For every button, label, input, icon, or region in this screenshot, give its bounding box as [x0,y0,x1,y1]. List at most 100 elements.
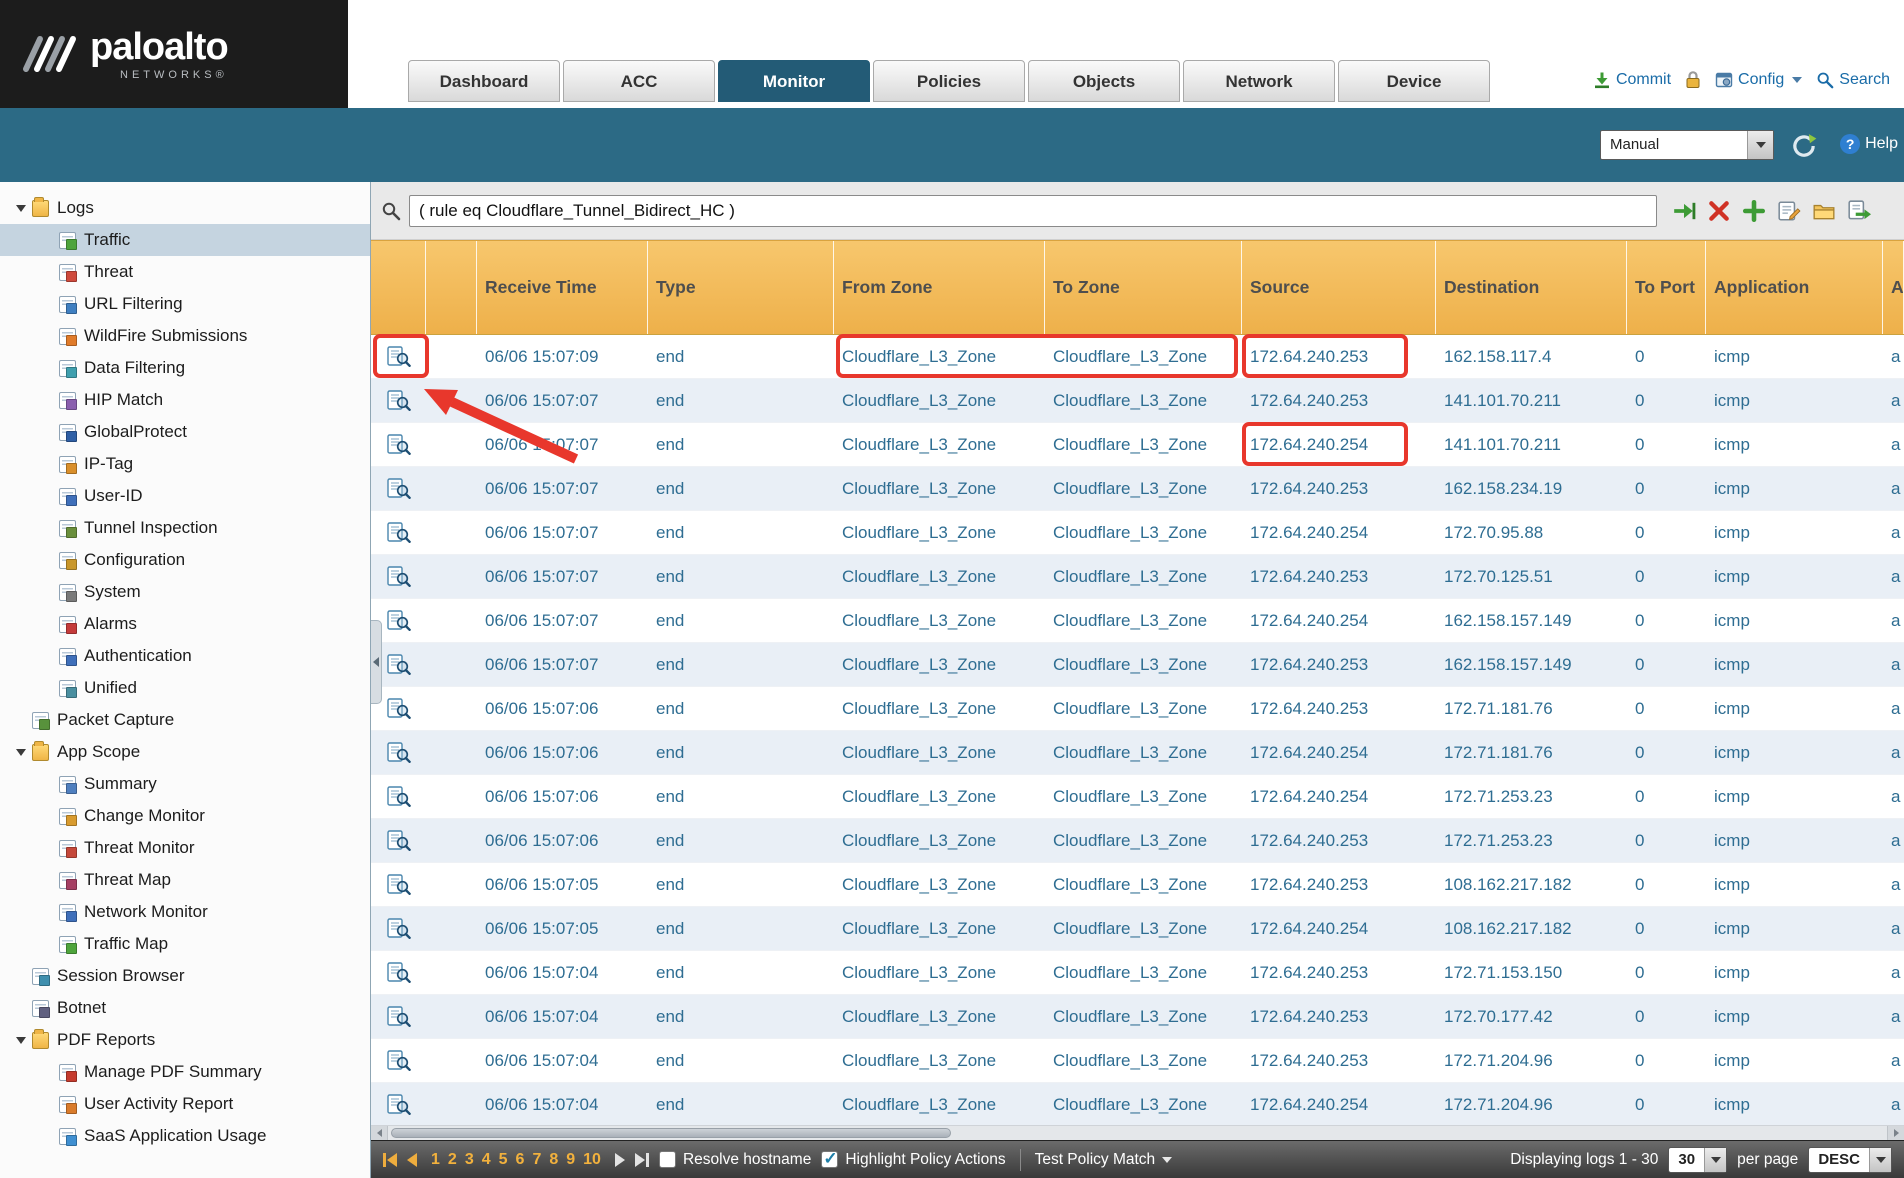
log-row[interactable]: 06/06 15:07:07endCloudflare_L3_ZoneCloud… [371,511,1904,555]
sidebar-item-user-activity-report[interactable]: User Activity Report [0,1088,370,1120]
sidebar-item-threat[interactable]: Threat [0,256,370,288]
tab-device[interactable]: Device [1338,60,1490,102]
column-header-to-port[interactable]: To Port [1627,241,1706,334]
page-number-10[interactable]: 10 [583,1151,601,1169]
search-button[interactable]: Search [1816,71,1890,89]
sidebar-item-session-browser[interactable]: Session Browser [0,960,370,992]
column-header-blank[interactable] [371,241,426,334]
sidebar-collapse-handle[interactable] [371,620,382,704]
log-detail-button[interactable] [384,696,414,722]
page-number-5[interactable]: 5 [499,1151,508,1169]
page-number-1[interactable]: 1 [431,1151,440,1169]
log-row[interactable]: 06/06 15:07:07endCloudflare_L3_ZoneCloud… [371,379,1904,423]
expand-arrow-icon[interactable] [10,749,32,756]
load-filter-icon[interactable] [1811,198,1837,224]
sidebar-item-app-scope[interactable]: App Scope [0,736,370,768]
refresh-mode-select[interactable]: Manual [1600,130,1774,160]
commit-button[interactable]: Commit [1593,71,1671,89]
column-header-blank[interactable] [426,241,477,334]
column-header-receive-time[interactable]: Receive Time [477,241,648,334]
sidebar-item-wildfire-submissions[interactable]: WildFire Submissions [0,320,370,352]
next-page-button[interactable] [615,1153,625,1167]
filter-query-input[interactable] [409,195,1657,227]
sidebar-item-system[interactable]: System [0,576,370,608]
export-logs-icon[interactable] [1846,198,1872,224]
lock-icon[interactable] [1685,70,1701,89]
log-detail-button[interactable] [384,476,414,502]
highlight-policy-checkbox[interactable] [821,1151,838,1168]
log-row[interactable]: 06/06 15:07:07endCloudflare_L3_ZoneCloud… [371,643,1904,687]
last-page-button[interactable] [635,1153,649,1167]
sidebar-item-authentication[interactable]: Authentication [0,640,370,672]
log-row[interactable]: 06/06 15:07:04endCloudflare_L3_ZoneCloud… [371,1039,1904,1083]
add-filter-icon[interactable] [1741,198,1767,224]
previous-page-button[interactable] [407,1153,417,1167]
column-header-to-zone[interactable]: To Zone [1045,241,1242,334]
page-number-6[interactable]: 6 [516,1151,525,1169]
page-number-4[interactable]: 4 [482,1151,491,1169]
log-detail-button[interactable] [384,432,414,458]
sidebar-item-pdf-reports[interactable]: PDF Reports [0,1024,370,1056]
log-detail-button[interactable] [384,740,414,766]
log-row[interactable]: 06/06 15:07:07endCloudflare_L3_ZoneCloud… [371,423,1904,467]
log-detail-button[interactable] [384,564,414,590]
sidebar-item-manage-pdf-summary[interactable]: Manage PDF Summary [0,1056,370,1088]
scroll-right-icon[interactable] [1887,1126,1904,1140]
log-detail-button[interactable] [384,828,414,854]
log-detail-button[interactable] [384,1004,414,1030]
config-menu-button[interactable]: Config [1715,71,1802,89]
expand-arrow-icon[interactable] [10,205,32,212]
log-row[interactable]: 06/06 15:07:04endCloudflare_L3_ZoneCloud… [371,1083,1904,1125]
sidebar-item-botnet[interactable]: Botnet [0,992,370,1024]
column-header-a[interactable]: A [1883,241,1904,334]
sidebar-item-threat-map[interactable]: Threat Map [0,864,370,896]
log-row[interactable]: 06/06 15:07:06endCloudflare_L3_ZoneCloud… [371,775,1904,819]
log-detail-button[interactable] [384,872,414,898]
tab-network[interactable]: Network [1183,60,1335,102]
log-row[interactable]: 06/06 15:07:06endCloudflare_L3_ZoneCloud… [371,687,1904,731]
sidebar-item-saas-application-usage[interactable]: SaaS Application Usage [0,1120,370,1152]
tab-dashboard[interactable]: Dashboard [408,60,560,102]
expand-arrow-icon[interactable] [10,1037,32,1044]
log-row[interactable]: 06/06 15:07:04endCloudflare_L3_ZoneCloud… [371,995,1904,1039]
log-row[interactable]: 06/06 15:07:07endCloudflare_L3_ZoneCloud… [371,599,1904,643]
apply-filter-icon[interactable] [1671,198,1697,224]
page-number-9[interactable]: 9 [566,1151,575,1169]
first-page-button[interactable] [383,1153,397,1167]
log-detail-button[interactable] [384,520,414,546]
column-header-application[interactable]: Application [1706,241,1883,334]
sort-order-select[interactable]: DESC [1808,1147,1892,1173]
sidebar-item-network-monitor[interactable]: Network Monitor [0,896,370,928]
sidebar-item-summary[interactable]: Summary [0,768,370,800]
log-row[interactable]: 06/06 15:07:06endCloudflare_L3_ZoneCloud… [371,731,1904,775]
sidebar-item-hip-match[interactable]: HIP Match [0,384,370,416]
scrollbar-thumb[interactable] [391,1128,951,1138]
column-header-source[interactable]: Source [1242,241,1436,334]
page-number-7[interactable]: 7 [532,1151,541,1169]
sidebar-item-threat-monitor[interactable]: Threat Monitor [0,832,370,864]
sidebar-item-url-filtering[interactable]: URL Filtering [0,288,370,320]
sidebar-item-traffic-map[interactable]: Traffic Map [0,928,370,960]
sidebar-item-logs[interactable]: Logs [0,192,370,224]
page-number-2[interactable]: 2 [448,1151,457,1169]
refresh-button[interactable] [1790,132,1818,160]
edit-filter-icon[interactable] [1776,198,1802,224]
test-policy-match-button[interactable]: Test Policy Match [1035,1151,1173,1169]
refresh-mode-dropdown-icon[interactable] [1747,131,1773,159]
log-row[interactable]: 06/06 15:07:05endCloudflare_L3_ZoneCloud… [371,907,1904,951]
sidebar-item-tunnel-inspection[interactable]: Tunnel Inspection [0,512,370,544]
sidebar-item-unified[interactable]: Unified [0,672,370,704]
sidebar-item-data-filtering[interactable]: Data Filtering [0,352,370,384]
sidebar-item-globalprotect[interactable]: GlobalProtect [0,416,370,448]
tab-objects[interactable]: Objects [1028,60,1180,102]
sidebar-item-configuration[interactable]: Configuration [0,544,370,576]
sidebar-item-alarms[interactable]: Alarms [0,608,370,640]
log-detail-button[interactable] [384,1092,414,1118]
log-detail-button[interactable] [384,608,414,634]
log-row[interactable]: 06/06 15:07:09endCloudflare_L3_ZoneCloud… [371,335,1904,379]
tab-acc[interactable]: ACC [563,60,715,102]
log-detail-button[interactable] [384,388,414,414]
resolve-hostname-checkbox[interactable] [659,1151,676,1168]
clear-filter-icon[interactable] [1706,198,1732,224]
log-detail-button[interactable] [384,960,414,986]
